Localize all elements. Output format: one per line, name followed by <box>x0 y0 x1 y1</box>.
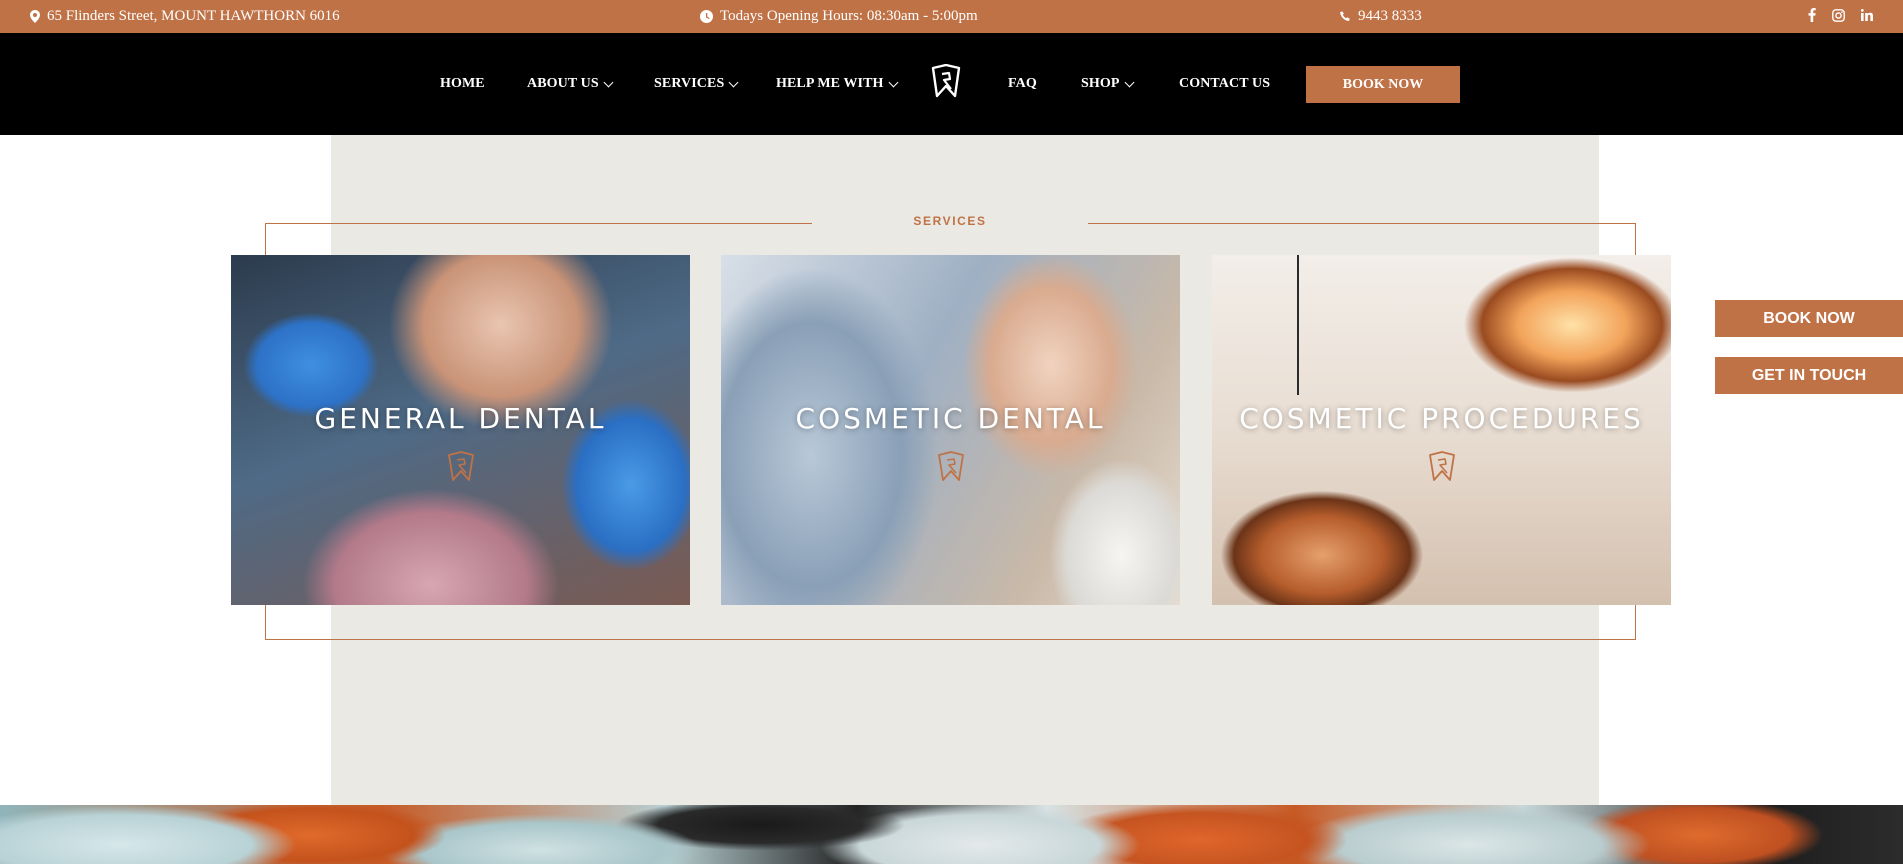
chevron-down-icon <box>888 77 898 87</box>
nav-item-about-us[interactable]: ABOUT US <box>527 33 614 135</box>
main-navigation: HOME ABOUT US SERVICES HELP ME WITH FAQ … <box>0 33 1903 135</box>
nav-item-faq[interactable]: FAQ <box>1008 33 1037 135</box>
social-links <box>1808 0 1873 33</box>
chevron-down-icon <box>1124 77 1134 87</box>
side-get-in-touch-button[interactable]: GET IN TOUCH <box>1715 357 1903 394</box>
opening-hours-info: Todays Opening Hours: 08:30am - 5:00pm <box>700 0 978 33</box>
decorative-paint-banner <box>0 805 1903 864</box>
nav-item-help-me-with[interactable]: HELP ME WITH <box>776 33 898 135</box>
logo-icon[interactable] <box>930 64 962 100</box>
chevron-down-icon <box>603 77 614 87</box>
phone-info[interactable]: 9443 8333 <box>1340 0 1422 33</box>
nav-item-contact-us[interactable]: CONTACT US <box>1179 33 1270 135</box>
nav-item-home[interactable]: HOME <box>440 33 485 135</box>
nav-item-label: ABOUT US <box>527 76 599 91</box>
book-now-button[interactable]: BOOK NOW <box>1306 66 1460 103</box>
nav-item-label: CONTACT US <box>1179 76 1271 91</box>
services-heading: SERVICES <box>913 214 987 228</box>
logo-mark-icon <box>447 451 474 481</box>
service-card-general-dental[interactable]: GENERAL DENTAL <box>231 255 690 605</box>
phone-icon <box>1340 11 1350 21</box>
service-card-cosmetic-procedures[interactable]: COSMETIC PROCEDURES <box>1212 255 1671 605</box>
chevron-down-icon <box>728 77 739 87</box>
opening-hours-text: Todays Opening Hours: 08:30am - 5:00pm <box>720 8 978 24</box>
service-card-title: GENERAL DENTAL <box>314 402 607 435</box>
instagram-icon[interactable] <box>1832 8 1845 25</box>
logo-mark-icon <box>937 451 964 481</box>
facebook-icon[interactable] <box>1808 8 1816 25</box>
phone-number[interactable]: 9443 8333 <box>1358 8 1422 25</box>
nav-item-label: FAQ <box>1008 76 1037 91</box>
nav-item-label: SERVICES <box>654 76 725 91</box>
service-card-cosmetic-dental[interactable]: COSMETIC DENTAL <box>721 255 1180 605</box>
nav-item-label: HOME <box>440 76 485 91</box>
address-text: 65 Flinders Street, MOUNT HAWTHORN 6016 <box>47 8 340 24</box>
service-card-title: COSMETIC PROCEDURES <box>1239 402 1644 435</box>
top-info-bar: 65 Flinders Street, MOUNT HAWTHORN 6016 … <box>0 0 1903 33</box>
nav-item-label: HELP ME WITH <box>776 76 884 91</box>
linkedin-icon[interactable] <box>1860 9 1873 24</box>
clock-icon <box>700 10 713 23</box>
nav-item-label: SHOP <box>1081 76 1120 91</box>
logo-mark-icon <box>1428 451 1455 481</box>
nav-item-shop[interactable]: SHOP <box>1081 33 1134 135</box>
location-pin-icon <box>30 10 40 23</box>
side-book-now-button[interactable]: BOOK NOW <box>1715 300 1903 337</box>
service-card-title: COSMETIC DENTAL <box>795 402 1106 435</box>
nav-item-services[interactable]: SERVICES <box>654 33 739 135</box>
address-info: 65 Flinders Street, MOUNT HAWTHORN 6016 <box>30 0 340 33</box>
